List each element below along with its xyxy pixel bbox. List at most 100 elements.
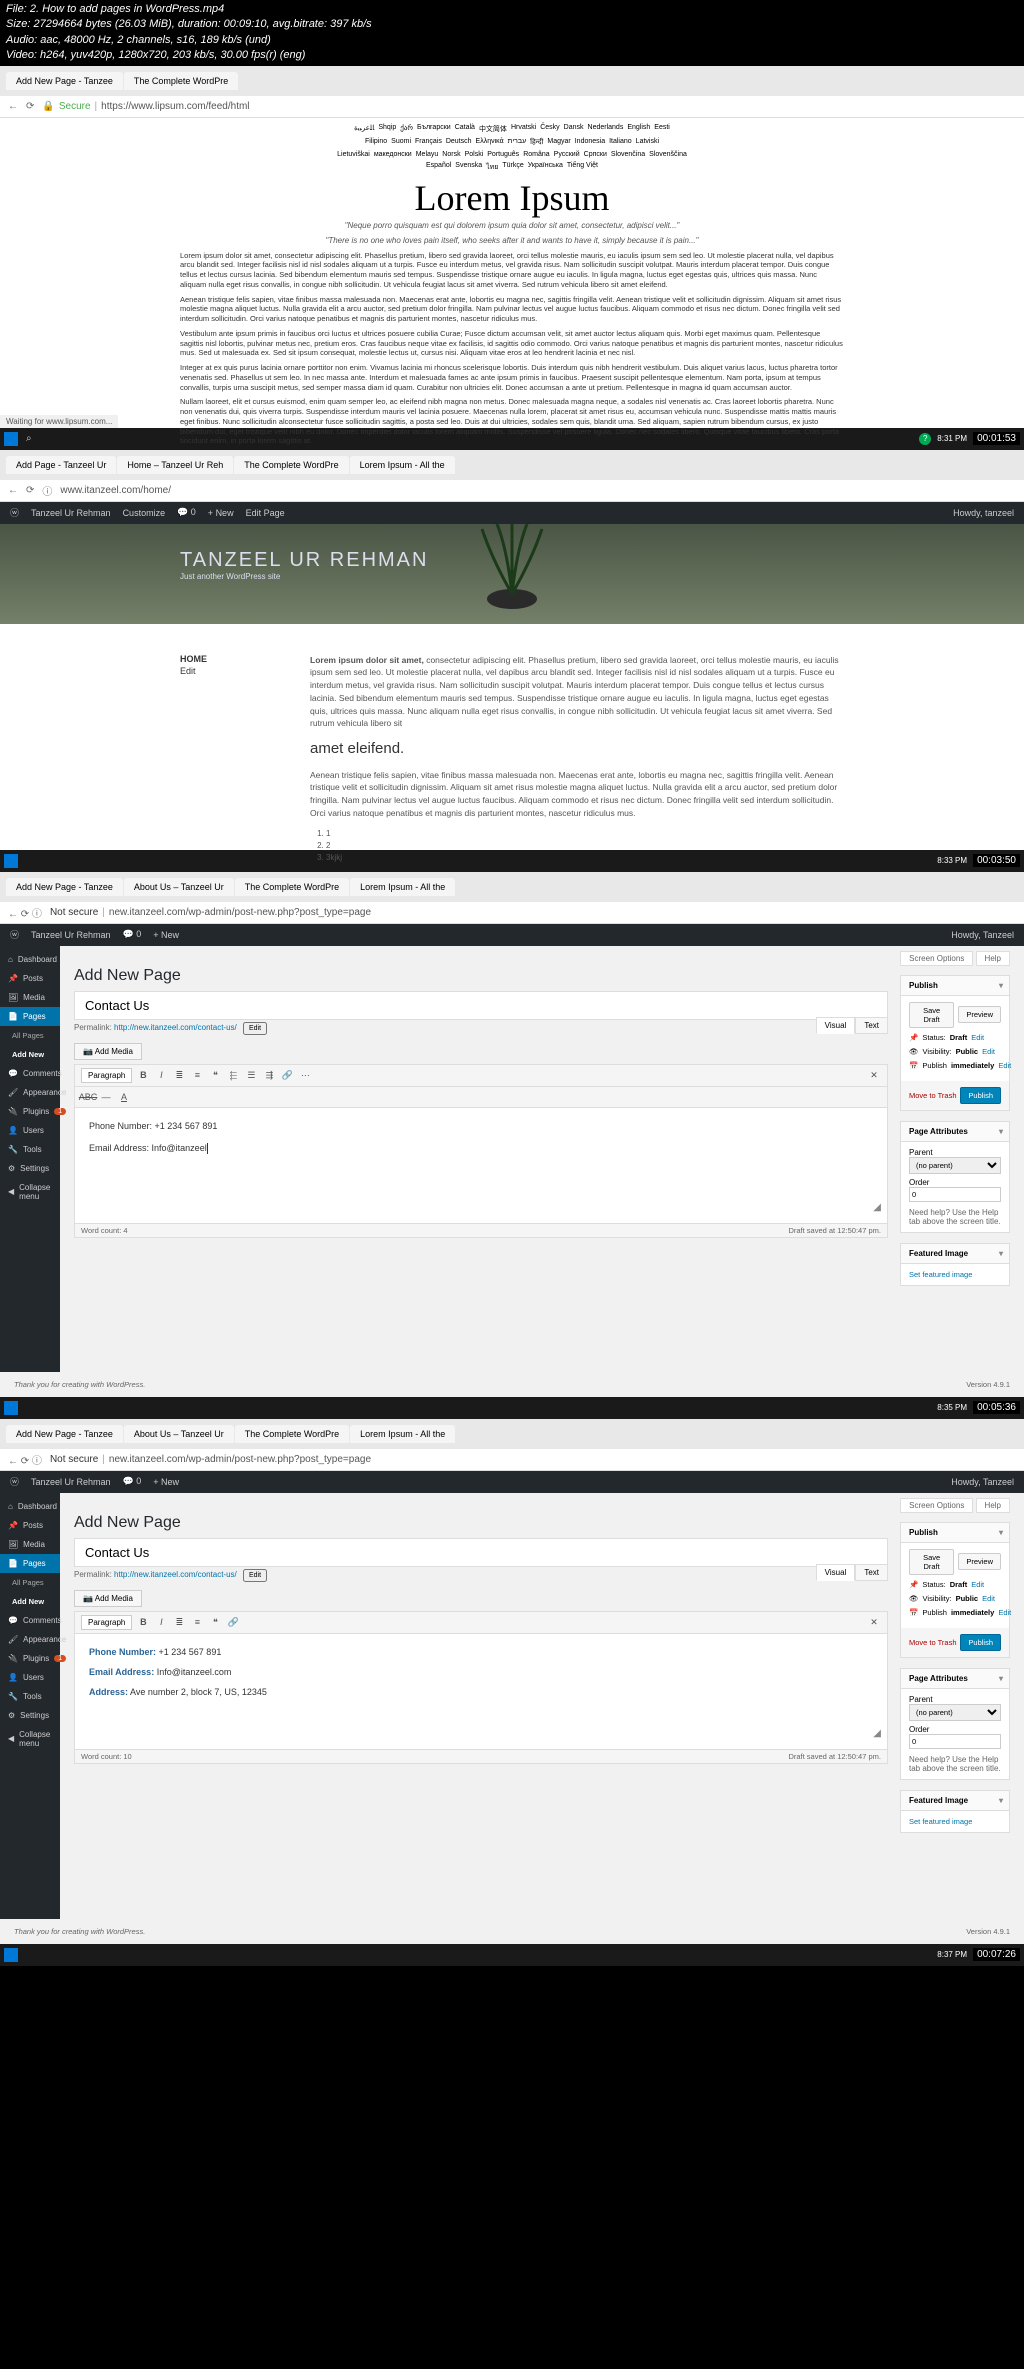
- tab[interactable]: About Us – Tanzeel Ur: [124, 1425, 234, 1443]
- tab[interactable]: Add New Page - Tanzee: [6, 1425, 123, 1443]
- menu-plugins[interactable]: 🔌Plugins1: [0, 1649, 60, 1668]
- menu-collapse[interactable]: ◀Collapse menu: [0, 1725, 60, 1753]
- wordpress-link[interactable]: WordPress: [106, 1380, 143, 1389]
- menu-dashboard[interactable]: ⌂Dashboard: [0, 1497, 60, 1516]
- address-bar[interactable]: ← ⟳ ⓘ Not secure | new.itanzeel.com/wp-a…: [0, 1449, 1024, 1471]
- wordpress-link[interactable]: WordPress: [106, 1927, 143, 1936]
- title-input[interactable]: Contact Us: [74, 1538, 888, 1567]
- wp-logo-icon[interactable]: ⓦ: [10, 1475, 19, 1488]
- panel-heading[interactable]: Publish: [901, 976, 1009, 996]
- menu-dashboard[interactable]: ⌂Dashboard: [0, 950, 60, 969]
- bold-icon[interactable]: B: [136, 1068, 150, 1082]
- editor-tabs[interactable]: VisualText: [816, 1021, 888, 1030]
- wp-logo-icon[interactable]: ⓦ: [10, 506, 19, 519]
- reload-icon[interactable]: ⟳: [26, 485, 34, 496]
- reload-icon[interactable]: ⟳: [26, 101, 34, 112]
- panel-heading[interactable]: Featured Image: [901, 1244, 1009, 1264]
- address-bar[interactable]: ← ⟳ ⓘ Not secure | new.itanzeel.com/wp-a…: [0, 902, 1024, 924]
- start-icon[interactable]: [4, 1948, 18, 1962]
- order-input[interactable]: [909, 1734, 1001, 1749]
- howdy[interactable]: Howdy, Tanzeel: [951, 1477, 1014, 1487]
- menu-comments[interactable]: 💬Comments: [0, 1611, 60, 1630]
- publish-button[interactable]: Publish: [960, 1087, 1001, 1104]
- menu-add-new[interactable]: Add New: [0, 1045, 60, 1064]
- wp-admin-bar[interactable]: ⓦ Tanzeel Ur Rehman 💬 0 + New Howdy, Tan…: [0, 924, 1024, 946]
- align-right-icon[interactable]: ⇶: [262, 1068, 276, 1082]
- editor-tabs[interactable]: VisualText: [816, 1568, 888, 1577]
- panel-heading[interactable]: Page Attributes: [901, 1122, 1009, 1142]
- language-flags[interactable]: FilipinoSuomiFrançaisDeutschΕλληνικάעברי…: [180, 136, 844, 149]
- more-icon[interactable]: ⋯: [298, 1068, 312, 1082]
- save-draft-button[interactable]: Save Draft: [909, 1549, 954, 1575]
- edit-permalink-button[interactable]: Edit: [243, 1569, 267, 1582]
- screen-options[interactable]: Screen Options Help: [74, 954, 1010, 963]
- save-draft-button[interactable]: Save Draft: [909, 1002, 954, 1028]
- order-input[interactable]: [909, 1187, 1001, 1202]
- menu-users[interactable]: 👤Users: [0, 1121, 60, 1140]
- language-flags[interactable]: ﺎﻠﻋﺮﺒﻳﺓShqipქარБългарскиCatalà中文简体Hrvats…: [180, 122, 844, 136]
- italic-icon[interactable]: I: [154, 1615, 168, 1629]
- edit-schedule-link[interactable]: Edit: [998, 1608, 1011, 1617]
- tab[interactable]: Add Page - Tanzeel Ur: [6, 456, 116, 474]
- permalink-url[interactable]: http://new.itanzeel.com/contact-us/: [114, 1023, 237, 1032]
- tab[interactable]: Lorem Ipsum - All the: [350, 456, 455, 474]
- edit-page-link[interactable]: Edit Page: [246, 508, 285, 518]
- publish-button[interactable]: Publish: [960, 1634, 1001, 1651]
- add-media-button[interactable]: 📷 Add Media: [74, 1590, 142, 1607]
- menu-pages[interactable]: 📄Pages: [0, 1007, 60, 1026]
- edit-visibility-link[interactable]: Edit: [982, 1047, 995, 1056]
- panel-heading[interactable]: Page Attributes: [901, 1669, 1009, 1689]
- add-media-button[interactable]: 📷 Add Media: [74, 1043, 142, 1060]
- panel-heading[interactable]: Publish: [901, 1523, 1009, 1543]
- hr-icon[interactable]: —: [99, 1090, 113, 1104]
- new-link[interactable]: + New: [153, 930, 179, 940]
- comments-icon[interactable]: 💬 0: [123, 929, 142, 940]
- customize-link[interactable]: Customize: [123, 508, 166, 518]
- tab[interactable]: Add New Page - Tanzee: [6, 72, 123, 90]
- menu-collapse[interactable]: ◀Collapse menu: [0, 1178, 60, 1206]
- bold-icon[interactable]: B: [136, 1615, 150, 1629]
- menu-settings[interactable]: ⚙Settings: [0, 1159, 60, 1178]
- menu-pages[interactable]: 📄Pages: [0, 1554, 60, 1573]
- editor-body[interactable]: Phone Number: +1 234 567 891 Email Addre…: [75, 1108, 887, 1223]
- menu-appearance[interactable]: 🖌Appearance: [0, 1630, 60, 1649]
- menu-media[interactable]: 🖼Media: [0, 1535, 60, 1554]
- comments-icon[interactable]: 💬 0: [123, 1476, 142, 1487]
- wp-admin-bar[interactable]: ⓦ Tanzeel Ur Rehman 💬 0 + New Howdy, Tan…: [0, 1471, 1024, 1493]
- menu-all-pages[interactable]: All Pages: [0, 1026, 60, 1045]
- site-name[interactable]: Tanzeel Ur Rehman: [31, 508, 111, 518]
- wp-logo-icon[interactable]: ⓦ: [10, 928, 19, 941]
- preview-button[interactable]: Preview: [958, 1006, 1001, 1023]
- screen-options[interactable]: Screen Options Help: [74, 1501, 1010, 1510]
- menu-add-new[interactable]: Add New: [0, 1592, 60, 1611]
- trash-link[interactable]: Move to Trash: [909, 1091, 957, 1100]
- tab[interactable]: Lorem Ipsum - All the: [350, 1425, 455, 1443]
- close-icon[interactable]: ✕: [867, 1615, 881, 1629]
- preview-button[interactable]: Preview: [958, 1553, 1001, 1570]
- tab[interactable]: Lorem Ipsum - All the: [350, 878, 455, 896]
- windows-taskbar[interactable]: 8:37 PM00:07:26: [0, 1944, 1024, 1966]
- menu-plugins[interactable]: 🔌Plugins1: [0, 1102, 60, 1121]
- quote-icon[interactable]: ❝: [208, 1068, 222, 1082]
- quote-icon[interactable]: ❝: [208, 1615, 222, 1629]
- editor-toolbar[interactable]: Paragraph B I ≣ ≡ ❝ 🔗 ✕: [75, 1612, 887, 1634]
- menu-media[interactable]: 🖼Media: [0, 988, 60, 1007]
- title-input[interactable]: Contact Us: [74, 991, 888, 1020]
- menu-posts[interactable]: 📌Posts: [0, 969, 60, 988]
- nav-home[interactable]: HOME: [180, 654, 260, 664]
- ol-icon[interactable]: ≡: [190, 1068, 204, 1082]
- menu-settings[interactable]: ⚙Settings: [0, 1706, 60, 1725]
- language-flags[interactable]: LietuviškaiмакедонскиMelayuNorskPolskiPo…: [180, 149, 844, 160]
- site-name[interactable]: Tanzeel Ur Rehman: [31, 1477, 111, 1487]
- wp-admin-bar[interactable]: ⓦ Tanzeel Ur Rehman Customize 💬 0 + New …: [0, 502, 1024, 524]
- parent-select[interactable]: (no parent): [909, 1157, 1001, 1174]
- format-select[interactable]: Paragraph: [81, 1068, 132, 1083]
- tab[interactable]: The Complete WordPre: [235, 1425, 349, 1443]
- edit-permalink-button[interactable]: Edit: [243, 1022, 267, 1035]
- windows-taskbar[interactable]: 8:35 PM00:05:36: [0, 1397, 1024, 1419]
- howdy[interactable]: Howdy, Tanzeel: [951, 930, 1014, 940]
- tab[interactable]: The Complete WordPre: [234, 456, 348, 474]
- resize-handle-icon[interactable]: ◢: [873, 1725, 881, 1743]
- strike-icon[interactable]: ABC: [81, 1090, 95, 1104]
- menu-tools[interactable]: 🔧Tools: [0, 1140, 60, 1159]
